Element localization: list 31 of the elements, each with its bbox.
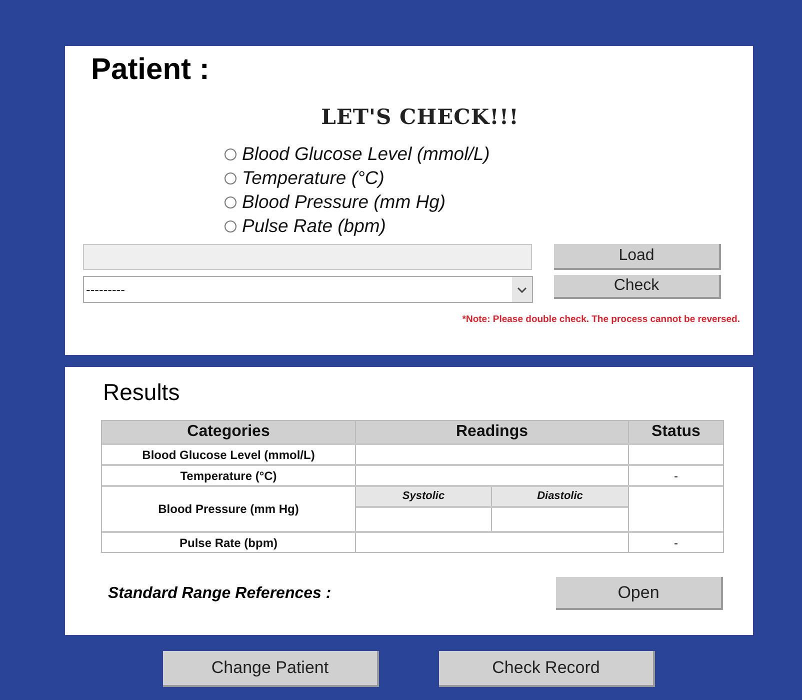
table-cell-text: - — [673, 468, 679, 484]
radio-button[interactable] — [224, 220, 237, 232]
subcolumn-header: Diastolic — [536, 489, 584, 504]
option-label: Temperature (°C) — [242, 168, 384, 188]
column-header: Status — [650, 422, 702, 442]
column-header: Readings — [356, 421, 629, 443]
radio-button[interactable] — [224, 172, 237, 184]
check-record-button[interactable]: Check Record — [439, 651, 655, 687]
patient-label: Patient : — [90, 52, 210, 85]
warning-note: *Note: Please double check. The process cannot be reversed. — [462, 315, 740, 324]
radio-button[interactable] — [224, 148, 237, 160]
table-cell-text: - — [673, 534, 679, 552]
table-cell: Temperature (°C) — [102, 466, 356, 485]
text-field[interactable] — [83, 244, 532, 270]
option-label: Pulse Rate (bpm) — [242, 216, 386, 236]
table-cell: Blood Glucose Level (mmol/L) — [102, 445, 356, 464]
option-label: Blood Pressure (mm Hg) — [242, 192, 446, 212]
radio-button[interactable] — [224, 196, 237, 208]
load-button[interactable]: Load — [554, 244, 721, 270]
subcolumn-header: Systolic — [356, 487, 492, 506]
open-button[interactable]: Open — [556, 577, 723, 610]
column-header: Categories — [102, 421, 356, 443]
table-cell: Pulse Rate (bpm) — [102, 533, 356, 552]
check-button[interactable]: Check — [554, 275, 721, 299]
heading: LET'S CHECK!!! — [321, 106, 519, 127]
option-label: Blood Glucose Level (mmol/L) — [242, 144, 490, 164]
change-patient-button[interactable]: Change Patient — [163, 651, 379, 687]
dropdown[interactable]: --------- — [83, 276, 533, 303]
results-heading: Results — [102, 378, 181, 404]
references-label: Standard Range References : — [108, 584, 332, 604]
chevron-down-icon — [517, 286, 527, 292]
